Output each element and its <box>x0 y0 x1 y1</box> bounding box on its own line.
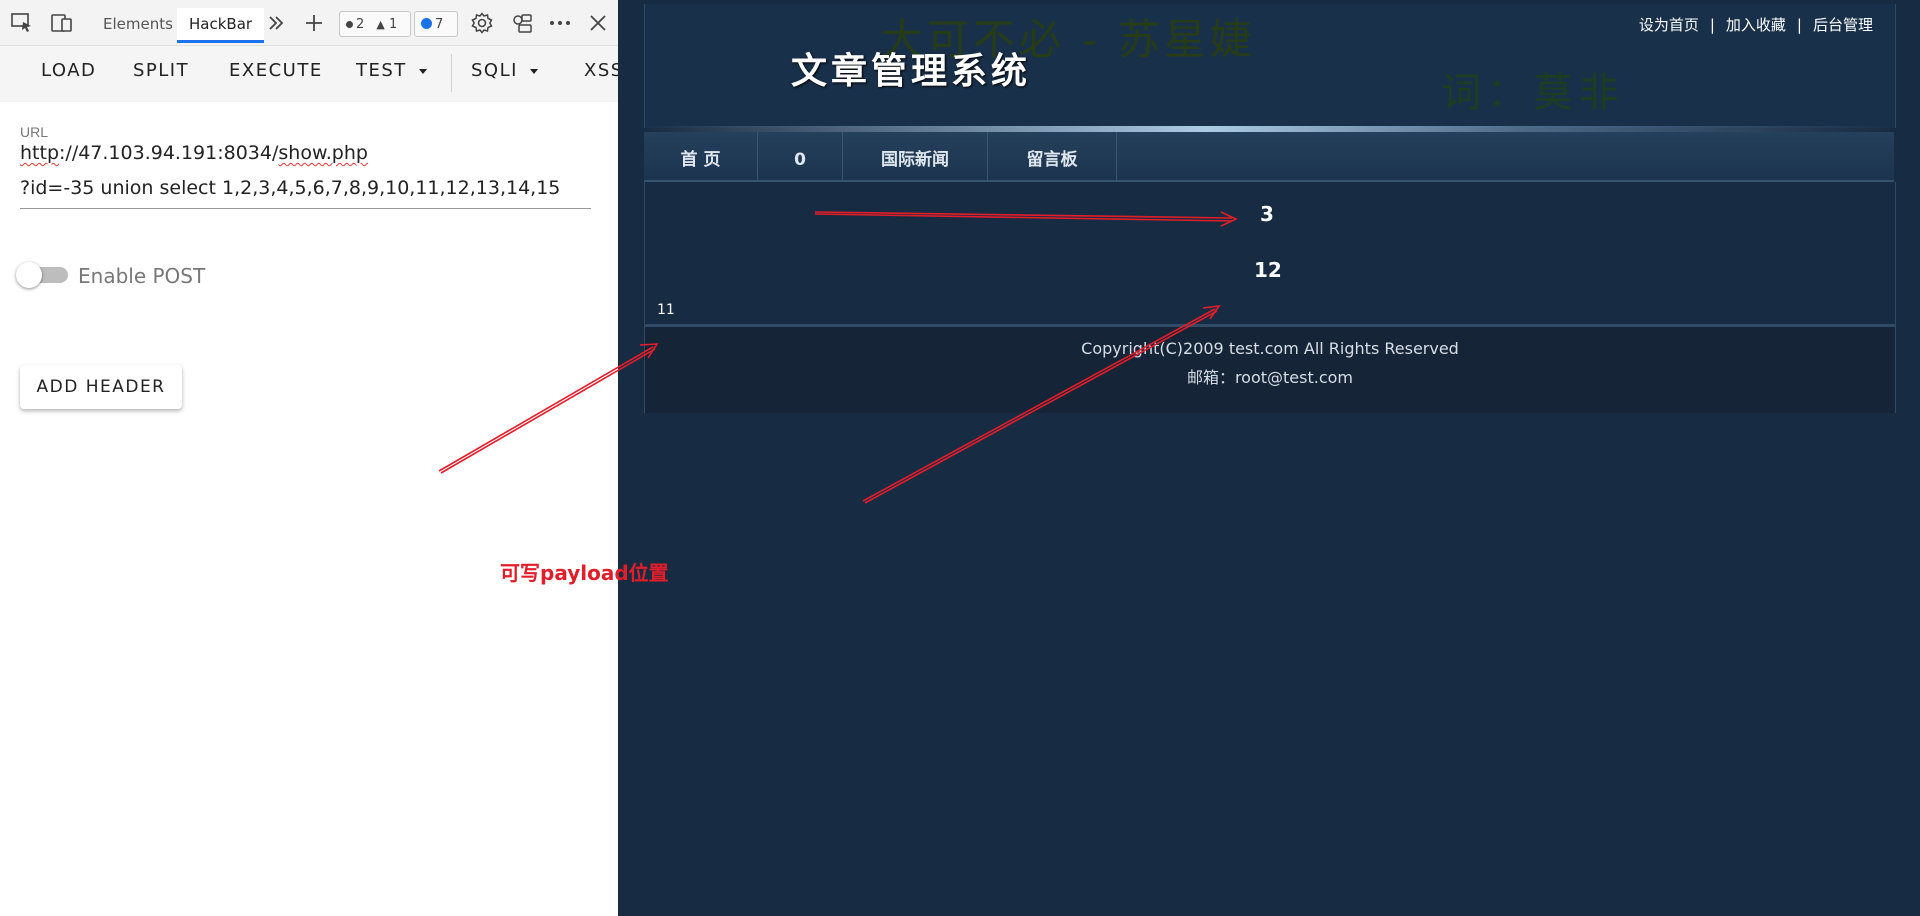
enable-post-label: Enable POST <box>78 264 206 288</box>
load-button[interactable]: LOAD <box>41 60 96 81</box>
test-menu-label: TEST <box>356 60 407 81</box>
nav-item-home[interactable]: 首 页 <box>644 132 758 180</box>
add-tab-icon[interactable] <box>302 12 326 34</box>
execute-button[interactable]: EXECUTE <box>229 60 323 81</box>
site-nav: 首 页 0 国际新闻 留言板 <box>644 132 1894 182</box>
url-query-line[interactable]: ?id=-35 union select 1,2,3,4,5,6,7,8,9,1… <box>20 177 560 199</box>
error-icon <box>346 21 353 28</box>
footer-email: 邮箱：root@test.com <box>1186 368 1354 387</box>
site-title: 文章管理系统 <box>791 50 1032 92</box>
url-scheme: http <box>20 142 60 164</box>
hackbar-toolbar: LOAD SPLIT EXECUTE TEST SQLI XSS <box>0 46 618 102</box>
admin-link[interactable]: 后台管理 <box>1813 16 1873 34</box>
xss-menu-button[interactable]: XSS <box>584 60 618 81</box>
url-path: show.php <box>278 142 368 164</box>
warning-icon: ▲ <box>376 18 385 31</box>
devtools-panel: Elements HackBar 2 ▲ 1 7 LOAD SPLIT EXEC… <box>0 0 618 916</box>
article-content: 3 12 11 <box>644 182 1896 324</box>
sqli-menu-button[interactable]: SQLI <box>471 60 538 81</box>
enable-post-toggle[interactable] <box>16 262 68 288</box>
echo-value: 11 <box>657 302 675 318</box>
chevron-down-icon <box>529 68 538 74</box>
nav-item-guestbook[interactable]: 留言板 <box>988 132 1117 180</box>
device-toolbar-icon[interactable] <box>50 12 74 34</box>
warning-count: 1 <box>389 17 398 32</box>
messages-badge[interactable]: 7 <box>414 11 458 37</box>
echo-value: 3 <box>1260 202 1274 226</box>
link-separator: | <box>1709 16 1715 34</box>
issues-badge[interactable]: 2 ▲ 1 <box>339 11 411 37</box>
site-footer: Copyright(C)2009 test.com All Rights Res… <box>644 324 1896 413</box>
more-options-icon[interactable] <box>548 12 572 34</box>
rendered-webpage: 大可不必 - 苏星婕 词：莫非 文章管理系统 设为首页 | 加入收藏 | 后台管理 首 … <box>618 0 1920 916</box>
nav-item-international-news[interactable]: 国际新闻 <box>843 132 988 180</box>
header-lyric: 词：莫非 <box>1441 70 1625 116</box>
toolbar-divider <box>451 54 452 92</box>
message-icon <box>421 18 432 29</box>
link-separator: | <box>1796 16 1802 34</box>
chevron-down-icon <box>418 68 427 74</box>
customize-icon[interactable] <box>510 12 534 34</box>
split-button[interactable]: SPLIT <box>133 60 189 81</box>
more-tabs-icon[interactable] <box>264 12 288 34</box>
echo-value: 12 <box>1254 258 1282 282</box>
top-links: 设为首页 | 加入收藏 | 后台管理 <box>1639 14 1873 35</box>
site-header: 大可不必 - 苏星婕 词：莫非 文章管理系统 设为首页 | 加入收藏 | 后台管理 <box>644 4 1896 128</box>
error-count: 2 <box>356 17 365 32</box>
close-icon[interactable] <box>586 12 610 34</box>
add-header-button[interactable]: ADD HEADER <box>20 365 182 409</box>
nav-item-category[interactable]: 0 <box>758 132 843 180</box>
url-input-underline <box>20 208 591 209</box>
tab-elements[interactable]: Elements <box>103 8 173 40</box>
inspect-element-icon[interactable] <box>10 12 34 34</box>
test-menu-button[interactable]: TEST <box>356 60 427 81</box>
sqli-menu-label: SQLI <box>471 60 518 81</box>
url-input[interactable]: http://47.103.94.191:8034/show.php <box>20 142 368 164</box>
toggle-knob <box>16 262 42 288</box>
add-favorites-link[interactable]: 加入收藏 <box>1726 16 1786 34</box>
url-label: URL <box>20 124 49 140</box>
message-count: 7 <box>435 17 444 32</box>
tab-hackbar[interactable]: HackBar <box>177 8 265 43</box>
gear-icon[interactable] <box>470 12 494 34</box>
url-host: ://47.103.94.191:8034/ <box>59 142 279 164</box>
payload-position-annotation: 可写payload位置 <box>500 561 669 585</box>
set-homepage-link[interactable]: 设为首页 <box>1639 16 1699 34</box>
footer-copyright: Copyright(C)2009 test.com All Rights Res… <box>1081 339 1459 358</box>
devtools-tabbar: Elements HackBar 2 ▲ 1 7 <box>0 0 618 46</box>
